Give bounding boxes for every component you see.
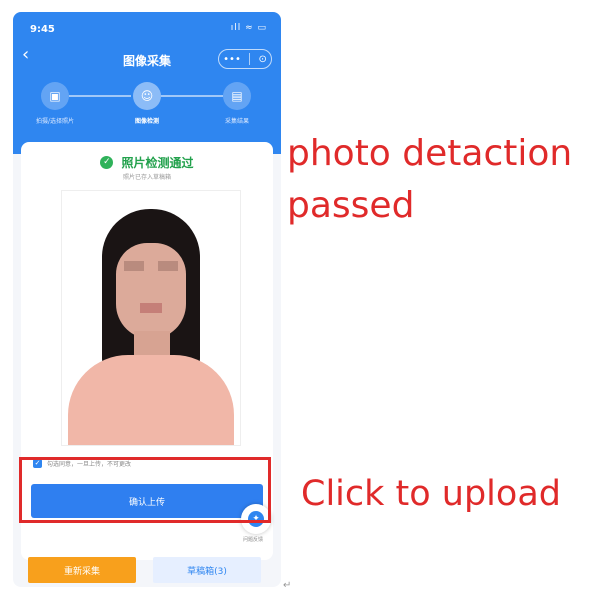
result-title: 照片检测通过 bbox=[121, 156, 194, 170]
capsule-divider bbox=[249, 53, 251, 65]
annotation-click-to-upload: Click to upload bbox=[301, 474, 561, 514]
photo-face-pixelated bbox=[116, 243, 186, 339]
step-connector-1 bbox=[69, 95, 131, 97]
id-photo bbox=[61, 190, 241, 446]
result-subtitle: 照片已存入草稿箱 bbox=[122, 174, 171, 181]
mini-program-capsule: ••• ⊙ bbox=[218, 49, 272, 69]
result-step-icon: ▤ bbox=[223, 82, 251, 110]
drafts-button[interactable]: 草稿箱(3) bbox=[153, 557, 261, 583]
check-circle-icon: ✓ bbox=[100, 156, 114, 169]
app-header: 9:45 ıll ≈ ▭ ‹ 图像采集 ••• ⊙ ▣ ☺ ▤ 拍摄/选择照片 … bbox=[13, 12, 281, 154]
detection-step-icon: ☺ bbox=[133, 82, 161, 110]
pixel-block bbox=[140, 303, 162, 313]
feedback-label: 问题反馈 bbox=[243, 537, 264, 543]
pixel-block bbox=[158, 261, 178, 271]
status-icons: ıll ≈ ▭ bbox=[230, 23, 267, 33]
status-time: 9:45 bbox=[30, 24, 55, 35]
detection-result: ✓ 照片检测通过 bbox=[21, 152, 273, 171]
annotation-detection-passed: photo detaction passed bbox=[287, 133, 573, 226]
pixel-block bbox=[124, 261, 144, 271]
upload-highlight-box bbox=[19, 457, 271, 523]
more-icon[interactable]: ••• bbox=[223, 54, 241, 65]
step-connector-2 bbox=[161, 95, 223, 97]
step-label-photo: 拍摄/选择照片 bbox=[35, 118, 75, 125]
retake-button[interactable]: 重新采集 bbox=[28, 557, 136, 583]
return-mark: ↵ bbox=[283, 580, 292, 591]
photo-step-icon: ▣ bbox=[41, 82, 69, 110]
target-icon[interactable]: ⊙ bbox=[258, 54, 266, 65]
step-label-result: 采集结果 bbox=[224, 118, 249, 125]
photo-shoulders bbox=[68, 355, 234, 445]
step-label-detection: 图像检测 bbox=[134, 118, 159, 125]
